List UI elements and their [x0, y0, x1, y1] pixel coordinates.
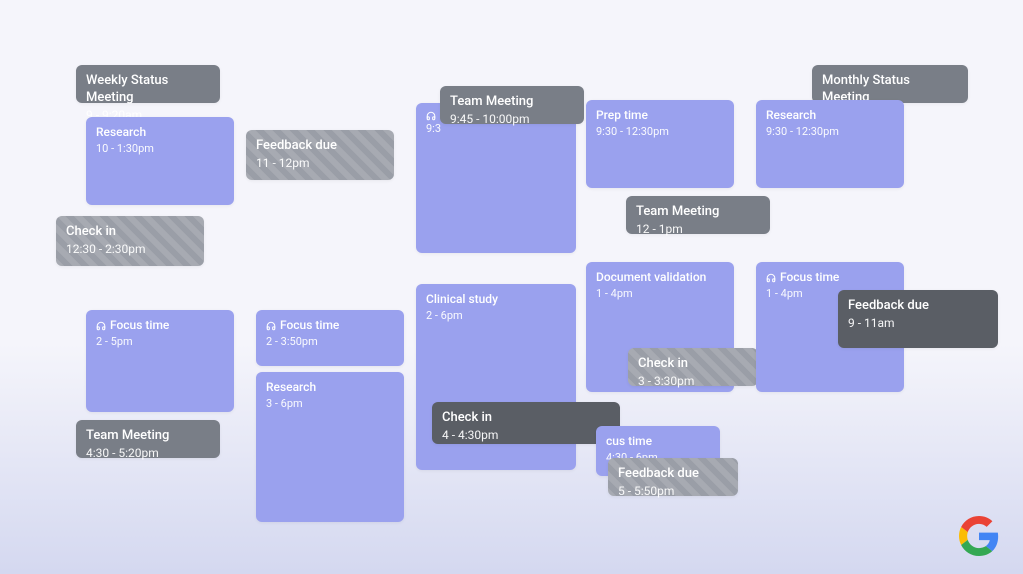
event-time: 2 - 3:50pm [266, 335, 318, 348]
event-title: Feedback due [256, 138, 337, 155]
event-title: Research [766, 108, 816, 124]
event-feedback-due-3[interactable]: Feedback due 9 - 11am [838, 290, 998, 348]
event-focus-time-2[interactable]: Focus time 2 - 3:50pm [256, 310, 404, 366]
event-time: 4:30 - 5:20pm [86, 446, 159, 460]
event-time: 5 - 5:50pm [618, 484, 674, 498]
event-check-in-1[interactable]: Check in 12:30 - 2:30pm [56, 216, 204, 266]
event-title: Team Meeting [86, 428, 169, 445]
event-time: 2 - 6pm [426, 309, 463, 322]
event-title: cus time [606, 434, 652, 450]
event-team-meeting-3[interactable]: Team Meeting 12 - 1pm [626, 196, 770, 234]
event-time: 1 - 4pm [596, 287, 633, 300]
event-title: Team Meeting [450, 94, 533, 111]
event-title: Clinical study [426, 292, 498, 308]
event-prep-time[interactable]: Prep time 9:30 - 12:30pm [586, 100, 734, 188]
event-time: 3 - 3:30pm [638, 374, 694, 388]
event-time: 2 - 5pm [96, 335, 133, 348]
event-title: Check in [66, 224, 116, 241]
event-focus-time-1[interactable]: Focus time 2 - 5pm [86, 310, 234, 412]
event-time: 9:30 - 12:30pm [766, 125, 839, 138]
event-title: Research [96, 125, 146, 141]
event-title: Feedback due [618, 466, 699, 483]
event-title: Focus time [110, 318, 169, 334]
event-research-1[interactable]: Research 10 - 1:30pm [86, 117, 234, 205]
event-feedback-due-1[interactable]: Feedback due 11 - 12pm [246, 130, 394, 180]
event-time: 9:3 [426, 122, 441, 135]
headphones-icon [766, 273, 776, 283]
event-feedback-due-2[interactable]: Feedback due 5 - 5:50pm [608, 458, 738, 496]
event-team-meeting-1[interactable]: Team Meeting 4:30 - 5:20pm [76, 420, 220, 458]
event-monthly-status-meeting[interactable]: Monthly Status Meeting 9:30 - 10:30am [812, 65, 968, 103]
event-title: Check in [442, 410, 492, 427]
event-research-2[interactable]: Research 3 - 6pm [256, 372, 404, 522]
event-time: 3 - 6pm [266, 397, 303, 410]
event-time: 4 - 4:30pm [442, 428, 498, 442]
event-research-3[interactable]: Research 9:30 - 12:30pm [756, 100, 904, 188]
event-title: Document validation [596, 270, 706, 286]
event-title: Check in [638, 356, 688, 373]
event-title: Research [266, 380, 316, 396]
event-team-meeting-2[interactable]: Team Meeting 9:45 - 10:00pm [440, 86, 584, 124]
event-time: 11 - 12pm [256, 156, 310, 170]
headphones-icon [426, 111, 436, 121]
headphones-icon [266, 321, 276, 331]
event-time: 10 - 1:30pm [96, 142, 154, 155]
event-title: Team Meeting [636, 204, 719, 221]
event-time: 9:30 - 12:30pm [596, 125, 669, 138]
headphones-icon [96, 321, 106, 331]
event-time: 12 - 1pm [636, 222, 683, 236]
event-title: Focus time [780, 270, 839, 286]
event-time: 9 - 11am [848, 316, 895, 330]
event-title: Prep time [596, 108, 648, 124]
event-time: 1 - 4pm [766, 287, 803, 300]
event-check-in-3[interactable]: Check in 3 - 3:30pm [628, 348, 758, 386]
event-title: Focus time [280, 318, 339, 334]
event-time: 12:30 - 2:30pm [66, 242, 146, 256]
event-title: Feedback due [848, 298, 929, 315]
event-check-in-2[interactable]: Check in 4 - 4:30pm [432, 402, 620, 444]
google-logo [959, 516, 999, 556]
event-weekly-status-meeting[interactable]: Weekly Status Meeting 9 - 9:20am [76, 65, 220, 103]
event-time: 9:45 - 10:00pm [450, 112, 530, 126]
event-title: Weekly Status Meeting [86, 73, 210, 107]
